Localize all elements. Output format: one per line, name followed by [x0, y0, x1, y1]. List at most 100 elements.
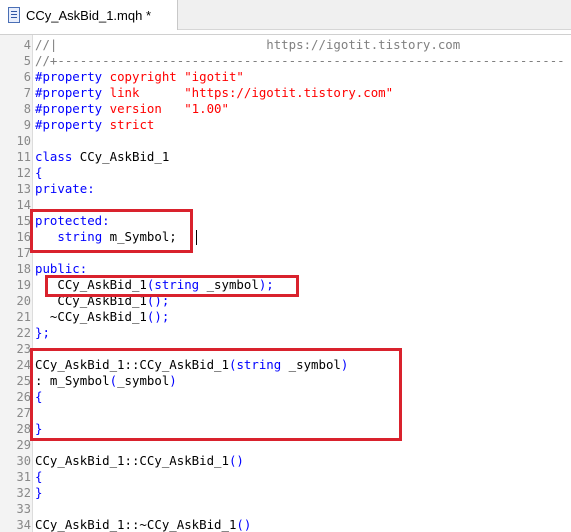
- code-token: class: [35, 149, 80, 164]
- code-text: class CCy_AskBid_1: [35, 149, 169, 165]
- code-text: //+-------------------------------------…: [35, 53, 565, 69]
- line-number: 6: [23, 70, 31, 84]
- code-text: };: [35, 325, 50, 341]
- line-number: 10: [16, 134, 31, 148]
- code-token: ~CCy_AskBid_1: [35, 309, 147, 324]
- code-token: #property: [35, 69, 110, 84]
- line-number: 25: [16, 374, 31, 388]
- code-line: 33: [0, 501, 571, 517]
- code-line: 5 //+------------------------------------…: [0, 53, 571, 69]
- line-number: 11: [16, 150, 31, 164]
- code-token: {: [35, 469, 43, 484]
- line-number: 12: [16, 166, 31, 180]
- code-token: CCy_AskBid_1: [79, 149, 170, 164]
- line-number: 23: [16, 342, 31, 356]
- code-line: 32}: [0, 485, 571, 501]
- code-token: public:: [35, 261, 88, 276]
- code-text: CCy_AskBid_1::CCy_AskBid_1(): [35, 453, 244, 469]
- code-line: 10: [0, 133, 571, 149]
- code-token: link: [109, 85, 185, 100]
- line-number: 15: [16, 214, 31, 228]
- line-number: 21: [16, 310, 31, 324]
- code-line: 12 {: [0, 165, 571, 181]
- code-token: https://igotit.tistory.com: [57, 37, 461, 52]
- code-line: 31 {: [0, 469, 571, 485]
- code-line: 34 CCy_AskBid_1::~CCy_AskBid_1(): [0, 517, 571, 532]
- code-token: #property: [35, 117, 110, 132]
- code-line: 6 #property copyright "igotit": [0, 69, 571, 85]
- code-token: (): [236, 517, 252, 532]
- line-number: 4: [23, 38, 31, 52]
- code-line: 4 //| https://igotit.tistory.com: [0, 37, 571, 53]
- line-number: 34: [16, 518, 31, 532]
- code-token: private:: [35, 181, 95, 196]
- line-number: 18: [16, 262, 31, 276]
- file-tab[interactable]: CCy_AskBid_1.mqh *: [0, 0, 178, 30]
- line-number: 7: [23, 86, 31, 100]
- code-token: }: [35, 485, 43, 500]
- line-number: 14: [16, 198, 31, 212]
- line-number: 28: [16, 422, 31, 436]
- line-number: 32: [16, 486, 31, 500]
- highlight-constructor-declaration: [45, 275, 299, 297]
- line-number: 13: [16, 182, 31, 196]
- highlight-protected-member: [30, 209, 193, 253]
- code-line: 30 CCy_AskBid_1::CCy_AskBid_1(): [0, 453, 571, 469]
- line-number: 30: [16, 454, 31, 468]
- code-token: strict: [109, 117, 155, 132]
- line-number: 5: [23, 54, 31, 68]
- line-number: 31: [16, 470, 31, 484]
- code-token: "igotit": [184, 69, 244, 84]
- code-token: version: [109, 101, 185, 116]
- code-token: //|: [35, 37, 58, 52]
- line-number: 9: [23, 118, 31, 132]
- line-number: 33: [16, 502, 31, 516]
- line-number: 20: [16, 294, 31, 308]
- editor-tab-bar: CCy_AskBid_1.mqh *: [0, 0, 571, 30]
- code-line: 11 class CCy_AskBid_1: [0, 149, 571, 165]
- code-line: 8 #property version "1.00": [0, 101, 571, 117]
- code-token: CCy_AskBid_1::~CCy_AskBid_1: [35, 517, 237, 532]
- code-token: copyright: [109, 69, 185, 84]
- code-token: "https://igotit.tistory.com": [184, 85, 394, 100]
- code-line: 9 #property strict: [0, 117, 571, 133]
- code-token: #property: [35, 101, 110, 116]
- code-line: 7 #property link "https://igotit.tistory.…: [0, 85, 571, 101]
- code-token: };: [35, 325, 50, 340]
- code-text: //| https://igotit.tistory.com: [35, 37, 460, 53]
- file-icon: [8, 7, 20, 23]
- code-text: #property version "1.00": [35, 101, 229, 117]
- code-token: ();: [146, 309, 170, 324]
- line-number: 24: [16, 358, 31, 372]
- code-text: ~CCy_AskBid_1();: [35, 309, 169, 325]
- code-token: "1.00": [184, 101, 229, 116]
- line-number: 27: [16, 406, 31, 420]
- code-text: #property copyright "igotit": [35, 69, 244, 85]
- code-text: CCy_AskBid_1::~CCy_AskBid_1(): [35, 517, 251, 532]
- line-number: 16: [16, 230, 31, 244]
- code-line: 22};: [0, 325, 571, 341]
- line-number: 26: [16, 390, 31, 404]
- line-number: 29: [16, 438, 31, 452]
- code-token: #property: [35, 85, 110, 100]
- file-tab-title: CCy_AskBid_1.mqh *: [26, 7, 151, 23]
- code-text: #property link "https://igotit.tistory.c…: [35, 85, 393, 101]
- line-number: 17: [16, 246, 31, 260]
- code-line: 21 ~CCy_AskBid_1();: [0, 309, 571, 325]
- code-text: }: [35, 485, 42, 501]
- code-text: {: [35, 165, 42, 181]
- text-cursor: [196, 230, 197, 245]
- code-token: //+-------------------------------------…: [35, 53, 565, 68]
- line-number: 8: [23, 102, 31, 116]
- code-editor[interactable]: 4 //| https://igotit.tistory.com 5 //+-----…: [0, 34, 571, 532]
- line-number: 22: [16, 326, 31, 340]
- highlight-constructor-definition: [30, 348, 402, 441]
- code-token: {: [35, 165, 43, 180]
- code-text: {: [35, 469, 42, 485]
- code-token: (): [228, 453, 244, 468]
- line-number: 19: [16, 278, 31, 292]
- code-text: private:: [35, 181, 95, 197]
- code-text: #property strict: [35, 117, 154, 133]
- code-token: CCy_AskBid_1::CCy_AskBid_1: [35, 453, 229, 468]
- code-line: 13 private:: [0, 181, 571, 197]
